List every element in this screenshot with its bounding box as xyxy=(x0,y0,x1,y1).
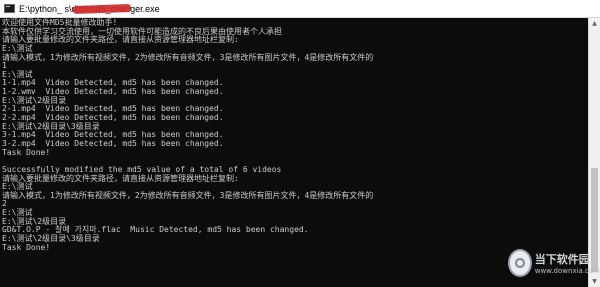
logo-ring xyxy=(514,258,525,268)
title-bar[interactable]: E:\python_ s\dist\md5_changer.exe xyxy=(0,0,600,18)
console-line: 请输入模式，1为修改所有视频文件，2为修改所有音频文件，3是修改所有图片文件，4… xyxy=(2,52,374,62)
console-line: 3-2.mp4 Video Detected, md5 has been cha… xyxy=(2,138,224,148)
watermark-url: www.downxia.com xyxy=(534,267,600,275)
console-line: 1 xyxy=(2,61,7,71)
console-line: E:\测试 xyxy=(2,208,33,218)
console-app-icon xyxy=(4,4,15,13)
console-line: 请输入模式，1为修改所有视频文件，2为修改所有音频文件，3是修改所有图片文件，4… xyxy=(2,190,374,200)
console-line: 请输入要批量修改的文件夹路径，请直接从资源管理器地址栏复制: xyxy=(2,173,239,183)
downxia-logo-icon xyxy=(508,249,532,277)
console-line: 请输入要批量修改的文件夹路径，请直接从资源管理器地址栏复制: xyxy=(2,35,239,45)
redaction-mark xyxy=(72,3,132,14)
console-output[interactable]: 欢迎使用文件MD5批量修改助手! 本软件仅供学习交流使用，一切使用软件可能造成的不… xyxy=(0,18,588,287)
console-line: Task Done! xyxy=(2,242,51,252)
console-line: E:\测试\2级目录\3级目录 xyxy=(2,234,100,244)
watermark-text: 当下软件园 www.downxia.com xyxy=(535,251,600,275)
watermark: 当下软件园 www.downxia.com xyxy=(508,242,600,284)
console-line: Task Done! xyxy=(2,147,51,157)
console-line: 2 xyxy=(2,199,7,209)
console-window: E:\python_ s\dist\md5_changer.exe 欢迎使用文件… xyxy=(0,0,600,287)
window-title: E:\python_ s\dist\md5_changer.exe xyxy=(19,3,160,14)
arrow-up-icon[interactable]: ▲ xyxy=(589,18,600,29)
watermark-name: 当下软件园 xyxy=(534,253,590,266)
console-line: 1-2.wmv Video Detected, md5 has been cha… xyxy=(2,87,224,97)
